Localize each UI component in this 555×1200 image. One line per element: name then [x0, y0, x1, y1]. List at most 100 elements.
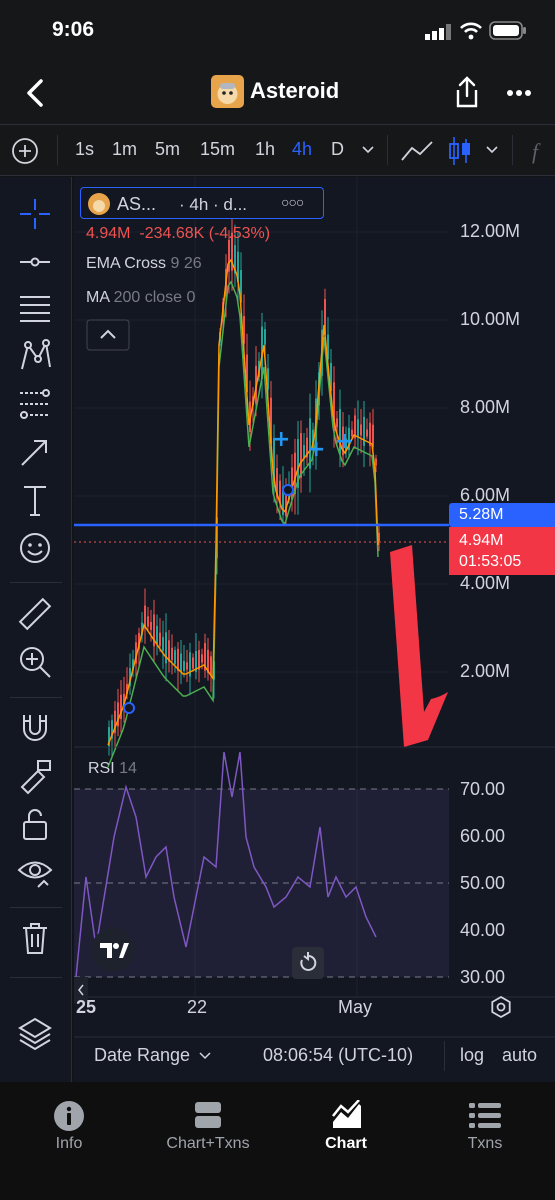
more-icon[interactable]: ○○○ — [281, 194, 304, 210]
tab-chart-txns[interactable]: Chart+Txns — [139, 1082, 277, 1172]
trash-icon[interactable] — [16, 919, 54, 957]
tab-info[interactable]: Info — [0, 1082, 138, 1172]
layers-icon[interactable] — [16, 1015, 54, 1053]
text-icon[interactable] — [16, 481, 54, 519]
ma-params: 200 close 0 — [113, 289, 196, 306]
tab-chart[interactable]: Chart — [277, 1082, 415, 1172]
eye-icon[interactable] — [16, 853, 54, 891]
symbol-name: AS... — [117, 194, 157, 214]
chevron-down-icon[interactable] — [361, 145, 375, 155]
current-price-tag-blue: 5.28M — [449, 503, 555, 527]
timeframe-1s[interactable]: 1s — [75, 139, 94, 160]
timeframe-4h[interactable]: 4h — [292, 139, 312, 160]
horizontal-line-icon[interactable] — [16, 243, 54, 281]
candle-body — [375, 458, 377, 466]
tab-label: Chart — [325, 1135, 367, 1152]
date-range-label: Date Range — [94, 1045, 191, 1065]
token-avatar — [211, 75, 244, 108]
auto-scale-toggle[interactable]: auto — [502, 1045, 537, 1066]
close-value: 4.94M — [86, 225, 131, 242]
pattern-icon[interactable] — [16, 337, 54, 375]
price-label: 2.00M — [460, 661, 511, 681]
more-icon[interactable] — [506, 89, 532, 97]
chevron-down-icon[interactable] — [485, 145, 499, 155]
lock-drawing-icon[interactable] — [16, 757, 54, 795]
status-bar: 9:06 — [0, 0, 555, 62]
back-icon[interactable] — [22, 78, 48, 108]
candle-body — [156, 625, 158, 645]
chevron-down-icon — [199, 1052, 211, 1060]
ma-name: MA — [86, 289, 110, 306]
crosshair-icon[interactable] — [16, 195, 54, 233]
line-chart-icon[interactable] — [400, 138, 434, 164]
timeframe-15m[interactable]: 15m — [200, 139, 235, 160]
rsi-level: 70.00 — [460, 779, 506, 799]
time-label: May — [338, 997, 373, 1017]
candle-body — [303, 445, 305, 459]
candle-body — [363, 416, 365, 446]
app-header: Asteroid — [0, 62, 555, 124]
svg-text:f: f — [532, 139, 541, 164]
time-label: 22 — [187, 997, 208, 1017]
rsi-level: 60.00 — [460, 826, 506, 846]
emoji-icon[interactable] — [16, 529, 54, 567]
signal-icon — [425, 24, 451, 40]
candle-body — [183, 660, 185, 671]
tab-label: Chart+Txns — [166, 1135, 250, 1152]
ruler-icon[interactable] — [16, 595, 54, 633]
current-price-tag-red: 4.94M 01:53:05 — [449, 527, 555, 575]
time-label: 25 — [76, 997, 97, 1017]
symbol-interval: · 4h · d... — [179, 195, 248, 214]
price-label: 10.00M — [460, 309, 521, 329]
price-label: 8.00M — [460, 397, 511, 417]
rsi-level: 40.00 — [460, 920, 506, 940]
price-chart[interactable]: + + + AS... · 4h · d... ○○○ 4.94M -234.68K… — [74, 177, 555, 1082]
trade-marker: + — [307, 437, 325, 462]
unlock-icon[interactable] — [16, 805, 54, 843]
share-icon[interactable] — [454, 76, 480, 108]
candle-body — [210, 656, 212, 676]
tab-txns[interactable]: Txns — [416, 1082, 554, 1172]
trade-marker: + — [272, 427, 290, 452]
ema-legend[interactable]: EMA Cross 9 26 — [86, 255, 202, 273]
candle-body — [192, 657, 194, 669]
candle-body — [264, 329, 266, 345]
trade-marker — [282, 484, 294, 496]
candle-body — [150, 622, 152, 630]
parallel-lines-icon[interactable] — [16, 289, 54, 327]
rsi-level: 30.00 — [460, 967, 506, 987]
timeframe-d[interactable]: D — [331, 139, 344, 160]
split-view-icon — [195, 1102, 221, 1128]
indicators-icon[interactable]: f — [530, 137, 554, 165]
date-range-button[interactable]: Date Range — [94, 1045, 211, 1066]
candle-body — [336, 418, 338, 428]
candle-body — [147, 616, 149, 627]
collapse-legend-button[interactable] — [86, 319, 130, 351]
candle-body — [300, 433, 302, 478]
settings-icon[interactable] — [489, 995, 513, 1019]
log-scale-toggle[interactable]: log — [460, 1045, 484, 1066]
rsi-legend[interactable]: RSI 14 — [88, 760, 137, 778]
add-icon[interactable] — [11, 137, 39, 165]
reset-chart-button[interactable] — [292, 947, 324, 979]
price-label: 12.00M — [460, 221, 521, 241]
zoom-in-icon[interactable] — [16, 643, 54, 681]
candlestick-icon[interactable] — [448, 135, 472, 167]
bar-countdown: 01:53:05 — [459, 553, 522, 570]
timeframe-1h[interactable]: 1h — [255, 139, 275, 160]
chart-clock[interactable]: 08:06:54 (UTC-10) — [263, 1045, 413, 1066]
chart-toolbar: 1s 1m 5m 15m 1h 4h D f — [0, 124, 555, 176]
fib-icon[interactable] — [16, 385, 54, 423]
candle-body — [186, 662, 188, 670]
chart-icon — [332, 1100, 361, 1128]
bottom-tab-bar: Info Chart+Txns Chart Txns — [0, 1082, 555, 1200]
magnet-icon[interactable] — [16, 709, 54, 747]
symbol-legend[interactable]: AS... · 4h · d... ○○○ — [80, 187, 324, 219]
timeframe-5m[interactable]: 5m — [155, 139, 180, 160]
candle-body — [360, 424, 362, 436]
candle-body — [159, 632, 161, 647]
ma-legend[interactable]: MA 200 close 0 — [86, 289, 195, 307]
tradingview-logo[interactable] — [90, 927, 136, 973]
arrow-icon[interactable] — [16, 433, 54, 471]
timeframe-1m[interactable]: 1m — [112, 139, 137, 160]
